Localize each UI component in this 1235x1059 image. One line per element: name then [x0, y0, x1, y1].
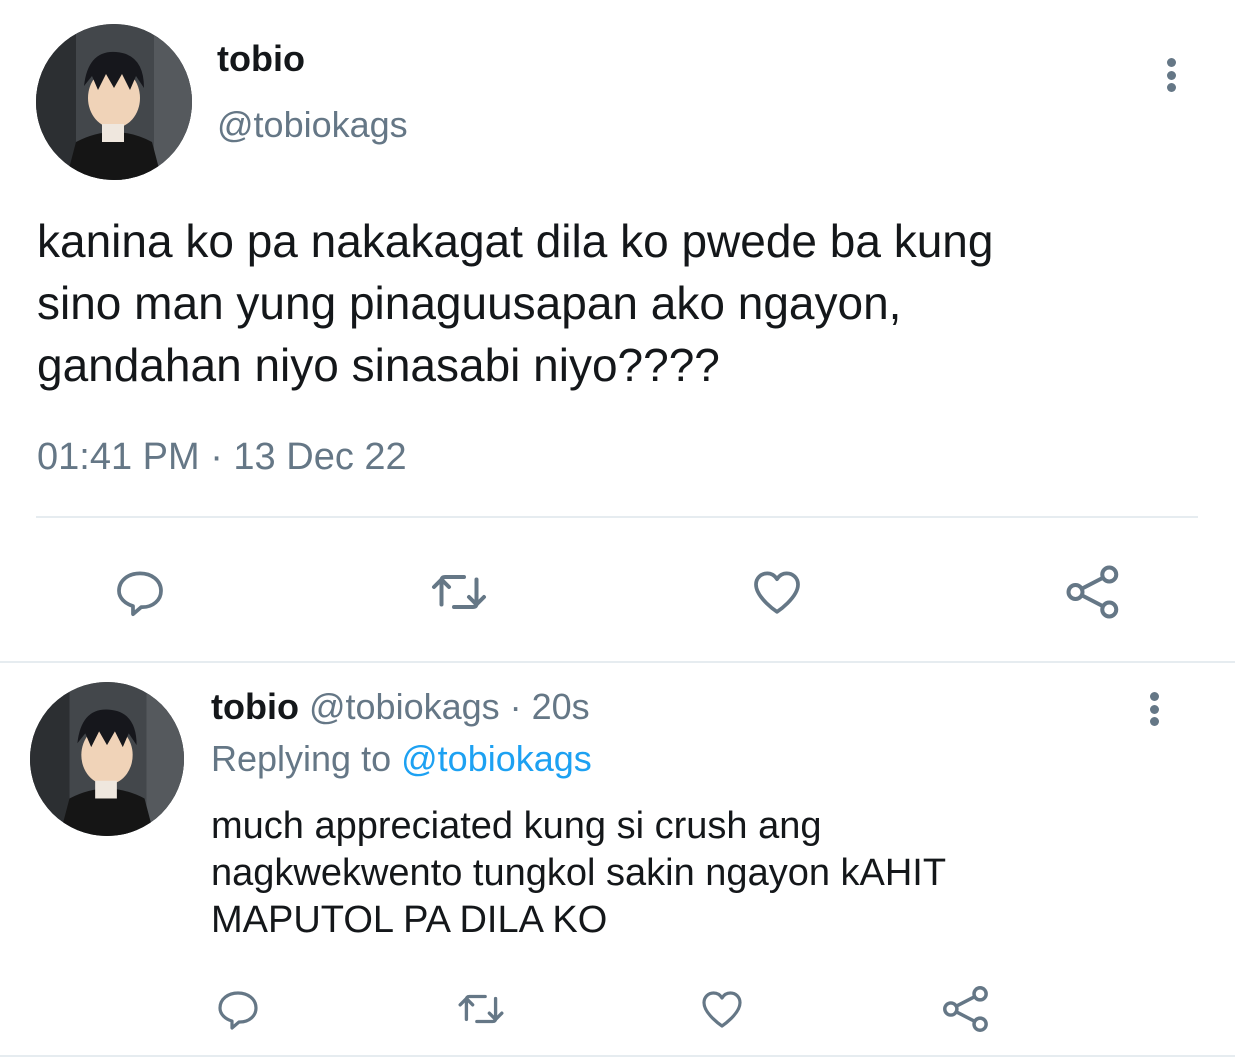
- replying-prefix: Replying to: [211, 738, 392, 779]
- share-button[interactable]: [1060, 560, 1126, 624]
- divider: [36, 516, 1198, 518]
- reply-icon: [218, 991, 258, 1030]
- replying-mention-link[interactable]: @tobiokags: [401, 738, 592, 779]
- main-tweet: tobio @tobiokags kanina ko pa nakakagat …: [0, 0, 1235, 662]
- more-options-icon[interactable]: [1139, 692, 1169, 726]
- avatar[interactable]: [30, 682, 184, 836]
- retweet-button[interactable]: [423, 562, 495, 622]
- avatar[interactable]: [36, 24, 192, 180]
- reply-button[interactable]: [108, 562, 172, 622]
- handle-time[interactable]: @tobiokags · 20s: [309, 686, 590, 727]
- replying-to: Replying to @tobiokags: [211, 738, 592, 780]
- reply-icon: [117, 571, 163, 617]
- more-options-icon[interactable]: [1156, 58, 1186, 92]
- share-icon: [1066, 565, 1119, 619]
- display-name[interactable]: tobio: [211, 686, 299, 727]
- like-button[interactable]: [745, 562, 809, 622]
- reply-button[interactable]: [212, 984, 264, 1034]
- share-icon: [943, 986, 988, 1032]
- timestamp[interactable]: 01:41 PM · 13 Dec 22: [37, 436, 407, 479]
- retweet-icon: [432, 575, 486, 609]
- like-icon: [702, 991, 742, 1028]
- tweet-text-line: MAPUTOL PA DILA KO: [211, 899, 608, 941]
- avatar-image: [30, 682, 184, 836]
- tweet-text-line: gandahan niyo sinasabi niyo????: [37, 339, 720, 391]
- handle[interactable]: @tobiokags: [217, 104, 408, 146]
- tweet-text-line: nagkwekwento tungkol sakin ngayon kAHIT: [211, 852, 947, 894]
- retweet-icon: [458, 994, 504, 1024]
- display-name[interactable]: tobio: [217, 38, 305, 80]
- divider: [0, 661, 1235, 663]
- share-button[interactable]: [938, 982, 994, 1036]
- tweet-text-line: much appreciated kung si crush ang: [211, 805, 822, 847]
- avatar-image: [36, 24, 192, 180]
- tweet-text-line: kanina ko pa nakakagat dila ko pwede ba …: [37, 215, 994, 267]
- retweet-button[interactable]: [451, 984, 511, 1034]
- like-icon: [754, 571, 800, 614]
- like-button[interactable]: [695, 984, 749, 1034]
- tweet-text-line: sino man yung pinaguusapan ako ngayon,: [37, 277, 902, 329]
- tweet-text: kanina ko pa nakakagat dila ko pwede ba …: [37, 210, 1207, 396]
- reply-header: tobio @tobiokags · 20s: [211, 686, 590, 728]
- divider: [0, 1055, 1235, 1057]
- tweet-text: much appreciated kung si crush ang nagkw…: [211, 803, 1201, 944]
